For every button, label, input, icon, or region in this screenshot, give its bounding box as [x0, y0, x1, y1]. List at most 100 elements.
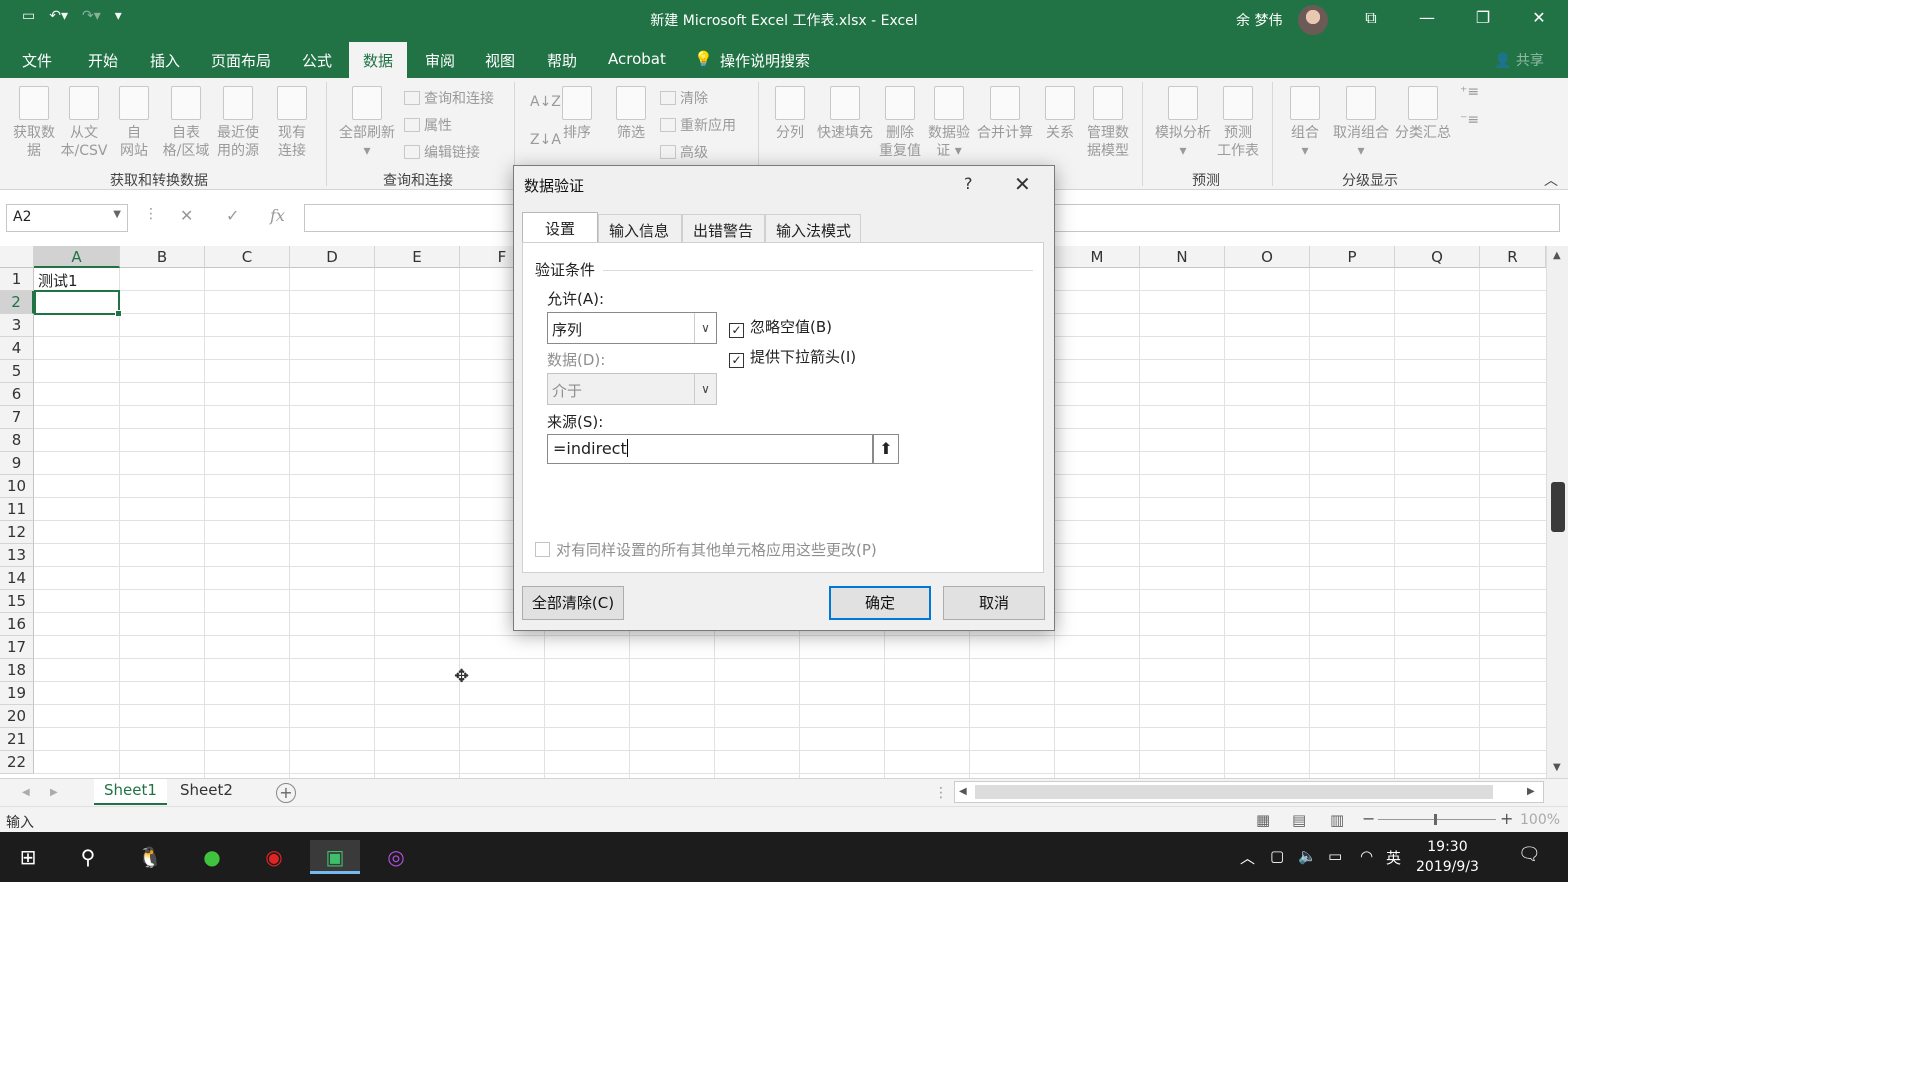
chevron-down-icon[interactable]: ∨: [694, 374, 716, 404]
scroll-up-icon[interactable]: ▲: [1553, 250, 1561, 261]
relationships-button[interactable]: 关系: [1040, 86, 1080, 142]
column-header[interactable]: A: [34, 246, 120, 268]
properties-button[interactable]: 属性: [404, 115, 452, 135]
existing-connections-button[interactable]: 现有 连接: [268, 86, 316, 160]
row-header[interactable]: 17: [0, 636, 34, 659]
cell-a1[interactable]: 测试1: [38, 270, 78, 291]
column-header[interactable]: D: [290, 246, 375, 268]
wifi-icon[interactable]: ◠: [1360, 847, 1373, 865]
zoom-in-icon[interactable]: +: [1500, 809, 1513, 828]
wechat-icon[interactable]: ●: [194, 840, 230, 874]
scrollbar-thumb[interactable]: [1551, 482, 1565, 532]
from-text-button[interactable]: 从文 本/CSV: [58, 86, 110, 160]
tab-data[interactable]: 数据: [349, 42, 408, 78]
data-model-button[interactable]: 管理数 据模型: [1082, 86, 1134, 160]
scrollbar-thumb[interactable]: [975, 785, 1493, 799]
tab-page-layout[interactable]: 页面布局: [211, 50, 271, 71]
user-name[interactable]: 余 梦伟: [1236, 10, 1282, 30]
refresh-all-button[interactable]: 全部刷新 ▾: [334, 86, 400, 160]
volume-icon[interactable]: 🔈: [1298, 847, 1317, 865]
ignore-blank-checkbox[interactable]: ✓ 忽略空值(B): [729, 316, 832, 338]
tab-help[interactable]: 帮助: [547, 50, 577, 71]
data-select[interactable]: 介于 ∨: [547, 373, 717, 405]
what-if-button[interactable]: 模拟分析 ▾: [1150, 86, 1216, 160]
row-header[interactable]: 14: [0, 567, 34, 590]
checkbox-checked-icon[interactable]: ✓: [729, 323, 744, 338]
zoom-out-icon[interactable]: −: [1362, 809, 1375, 828]
column-header[interactable]: M: [1055, 246, 1140, 268]
enter-icon[interactable]: ✓: [226, 206, 239, 225]
avatar[interactable]: [1298, 5, 1328, 35]
name-box[interactable]: A2 ▼: [6, 204, 128, 232]
page-layout-view-icon[interactable]: ▤: [1292, 811, 1306, 829]
consolidate-button[interactable]: 合并计算: [974, 86, 1036, 142]
search-icon[interactable]: ⚲: [70, 840, 106, 874]
tray-expand-icon[interactable]: ︿: [1240, 847, 1255, 868]
sheet-tab-sheet1[interactable]: Sheet1: [94, 779, 167, 805]
row-header[interactable]: 9: [0, 452, 34, 475]
allow-select[interactable]: 序列 ∨: [547, 312, 717, 344]
row-header[interactable]: 21: [0, 728, 34, 751]
notification-icon[interactable]: 🗨: [1518, 844, 1541, 865]
tab-formulas[interactable]: 公式: [302, 50, 332, 71]
chevron-down-icon[interactable]: ▼: [113, 209, 121, 220]
filter-button[interactable]: 筛选: [610, 86, 652, 142]
column-header[interactable]: C: [205, 246, 290, 268]
close-icon[interactable]: ✕: [1524, 8, 1554, 27]
text-to-columns-button[interactable]: 分列: [770, 86, 810, 142]
row-header[interactable]: 16: [0, 613, 34, 636]
tab-error-alert[interactable]: 出错警告: [682, 214, 765, 242]
sheet-prev-icon[interactable]: ◀: [22, 787, 30, 798]
row-header[interactable]: 8: [0, 429, 34, 452]
row-header[interactable]: 22: [0, 751, 34, 774]
recent-sources-button[interactable]: 最近使 用的源: [212, 86, 264, 160]
cancel-entry-icon[interactable]: ✕: [180, 206, 193, 225]
data-validation-button[interactable]: 数据验证 ▾: [924, 86, 974, 160]
scroll-left-icon[interactable]: ◀: [959, 786, 967, 797]
tab-settings[interactable]: 设置: [522, 212, 598, 243]
get-data-button[interactable]: 获取数据: [8, 86, 60, 160]
row-header[interactable]: 3: [0, 314, 34, 337]
tab-home[interactable]: 开始: [88, 50, 118, 71]
column-header[interactable]: R: [1480, 246, 1546, 268]
advanced-button[interactable]: 高级: [660, 142, 708, 162]
sheet-tab-sheet2[interactable]: Sheet2: [170, 779, 243, 805]
netease-music-icon[interactable]: ◉: [256, 840, 292, 874]
subtotal-button[interactable]: 分类汇总: [1392, 86, 1454, 142]
checkbox-unchecked-icon[interactable]: [535, 542, 550, 557]
add-sheet-icon[interactable]: +: [276, 783, 296, 803]
normal-view-icon[interactable]: ▦: [1256, 811, 1270, 829]
zoom-slider[interactable]: [1378, 819, 1496, 820]
scroll-down-icon[interactable]: ▼: [1553, 762, 1561, 773]
row-header[interactable]: 2: [0, 291, 34, 314]
row-header[interactable]: 1: [0, 268, 34, 291]
active-cell-a2[interactable]: [34, 290, 122, 317]
scroll-right-icon[interactable]: ▶: [1527, 786, 1535, 797]
zoom-slider-thumb[interactable]: [1434, 814, 1437, 825]
queries-connections-button[interactable]: 查询和连接: [404, 88, 494, 108]
show-detail-icon[interactable]: ⁺≡: [1460, 84, 1479, 100]
tell-me-search[interactable]: 操作说明搜索: [720, 50, 810, 71]
tab-file[interactable]: 文件: [22, 50, 52, 71]
minimize-icon[interactable]: —: [1412, 8, 1442, 27]
row-header[interactable]: 4: [0, 337, 34, 360]
help-icon[interactable]: ?: [964, 174, 973, 193]
row-header[interactable]: 6: [0, 383, 34, 406]
column-header[interactable]: Q: [1395, 246, 1480, 268]
tray-app-icon[interactable]: ▢: [1270, 847, 1284, 865]
column-header[interactable]: B: [120, 246, 205, 268]
clear-filter-button[interactable]: 清除: [660, 88, 708, 108]
forecast-sheet-button[interactable]: 预测 工作表: [1214, 86, 1262, 160]
zoom-level[interactable]: 100%: [1520, 812, 1560, 828]
hide-detail-icon[interactable]: ⁻≡: [1460, 112, 1479, 128]
tab-ime-mode[interactable]: 输入法模式: [765, 214, 861, 242]
from-table-button[interactable]: 自表 格/区域: [158, 86, 214, 160]
tab-insert[interactable]: 插入: [150, 50, 180, 71]
windows-start-icon[interactable]: ⊞: [10, 840, 46, 874]
row-header[interactable]: 7: [0, 406, 34, 429]
close-icon[interactable]: ✕: [1014, 172, 1031, 196]
screen-recorder-icon[interactable]: ◎: [378, 840, 414, 874]
qq-icon[interactable]: 🐧: [132, 840, 168, 874]
apply-all-checkbox[interactable]: 对有同样设置的所有其他单元格应用这些更改(P): [535, 539, 877, 560]
reapply-button[interactable]: 重新应用: [660, 115, 736, 135]
